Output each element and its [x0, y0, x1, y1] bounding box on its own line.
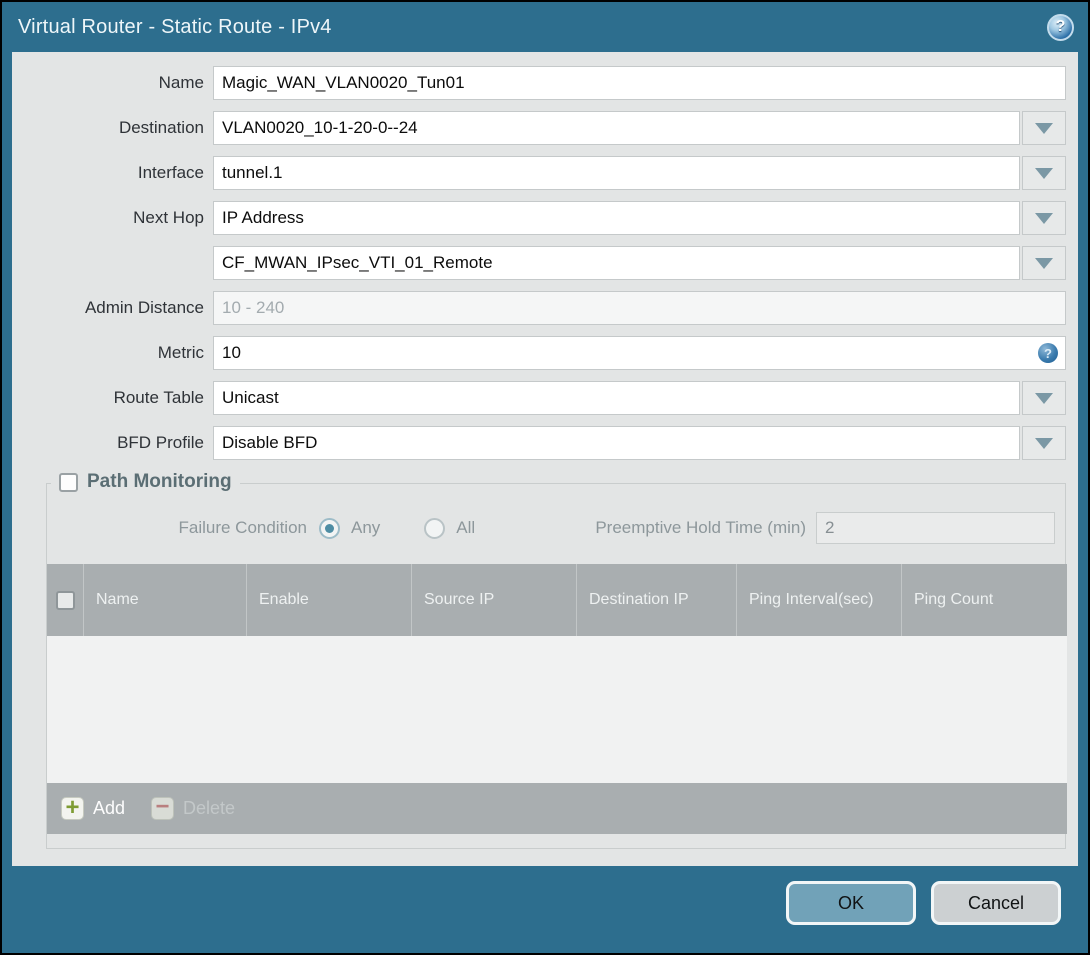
column-header-ping-count: Ping Count	[901, 564, 1067, 636]
next-hop-dropdown-button[interactable]	[1022, 201, 1066, 235]
destination-label: Destination	[118, 118, 204, 137]
chevron-down-icon	[1035, 257, 1053, 269]
chevron-down-icon	[1035, 392, 1053, 404]
bfd-profile-label: BFD Profile	[117, 433, 204, 452]
column-header-source-ip: Source IP	[411, 564, 576, 636]
table-header: Name Enable Source IP Destination IP Pin…	[47, 564, 1067, 636]
metric-row: Metric ?	[20, 336, 1066, 370]
failure-condition-row: Failure Condition Any All Preemptive Hol…	[47, 511, 1055, 545]
column-header-destination-ip: Destination IP	[576, 564, 736, 636]
chevron-down-icon	[1035, 437, 1053, 449]
table-body-empty	[47, 636, 1067, 783]
delete-button[interactable]: − Delete	[151, 794, 235, 820]
cancel-button[interactable]: Cancel	[931, 881, 1061, 925]
destination-input[interactable]	[213, 111, 1020, 145]
next-hop-row: Next Hop	[20, 201, 1066, 235]
interface-dropdown-button[interactable]	[1022, 156, 1066, 190]
metric-label: Metric	[157, 343, 204, 362]
failure-condition-any-radio[interactable]	[319, 517, 340, 539]
next-hop-address-input[interactable]	[213, 246, 1020, 280]
bfd-profile-input[interactable]	[213, 426, 1020, 460]
path-monitoring-table: Name Enable Source IP Destination IP Pin…	[47, 564, 1067, 834]
column-header-name: Name	[83, 564, 246, 636]
failure-condition-any-label: Any	[351, 518, 381, 537]
route-table-input[interactable]	[213, 381, 1020, 415]
name-input[interactable]	[213, 66, 1066, 100]
ok-button[interactable]: OK	[786, 881, 916, 925]
table-toolbar: + Add − Delete	[47, 783, 1067, 834]
metric-help-icon[interactable]: ?	[1038, 343, 1058, 363]
admin-distance-label: Admin Distance	[84, 298, 204, 317]
title-bar: Virtual Router - Static Route - IPv4 ?	[2, 2, 1088, 52]
failure-condition-all-label: All	[456, 518, 476, 537]
path-monitoring-fieldset: Path Monitoring Failure Condition Any Al…	[46, 471, 1067, 849]
next-hop-type-input[interactable]	[213, 201, 1020, 235]
dialog-body: Name Destination Interface	[12, 52, 1078, 866]
interface-input[interactable]	[213, 156, 1020, 190]
preemptive-hold-time-input[interactable]	[816, 512, 1055, 544]
admin-distance-input[interactable]	[213, 291, 1066, 325]
chevron-down-icon	[1035, 212, 1053, 224]
dialog-frame: Virtual Router - Static Route - IPv4 ? N…	[2, 2, 1088, 953]
interface-row: Interface	[20, 156, 1066, 190]
destination-row: Destination	[20, 111, 1066, 145]
next-hop-label: Next Hop	[133, 208, 204, 227]
chevron-down-icon	[1035, 167, 1053, 179]
name-row: Name	[20, 66, 1066, 100]
add-icon: +	[61, 795, 84, 820]
destination-dropdown-button[interactable]	[1022, 111, 1066, 145]
chevron-down-icon	[1035, 122, 1053, 134]
admin-distance-row: Admin Distance	[20, 291, 1066, 325]
interface-label: Interface	[137, 163, 204, 182]
metric-input[interactable]	[213, 336, 1066, 370]
name-label: Name	[158, 73, 204, 92]
route-table-row: Route Table	[20, 381, 1066, 415]
dialog-title: Virtual Router - Static Route - IPv4	[18, 15, 332, 38]
route-table-label: Route Table	[113, 388, 204, 407]
bfd-profile-row: BFD Profile	[20, 426, 1066, 460]
failure-condition-all-radio[interactable]	[424, 517, 446, 539]
path-monitoring-legend: Path Monitoring	[51, 471, 240, 493]
dialog-window: Virtual Router - Static Route - IPv4 ? N…	[0, 0, 1090, 955]
route-table-dropdown-button[interactable]	[1022, 381, 1066, 415]
bfd-profile-dropdown-button[interactable]	[1022, 426, 1066, 460]
delete-icon: −	[151, 794, 175, 820]
column-header-enable: Enable	[246, 564, 411, 636]
select-all-checkbox[interactable]	[55, 590, 75, 610]
path-monitoring-title: Path Monitoring	[87, 471, 232, 492]
next-hop-address-row	[20, 246, 1066, 280]
column-header-ping-interval: Ping Interval(sec)	[736, 564, 901, 636]
preemptive-hold-time-label: Preemptive Hold Time (min)	[595, 518, 806, 537]
add-button[interactable]: + Add	[61, 795, 125, 820]
path-monitoring-checkbox[interactable]	[59, 472, 78, 492]
help-icon[interactable]: ?	[1047, 13, 1074, 41]
dialog-footer: OK Cancel	[2, 866, 1088, 953]
failure-condition-label: Failure Condition	[178, 518, 307, 537]
next-hop-address-dropdown-button[interactable]	[1022, 246, 1066, 280]
